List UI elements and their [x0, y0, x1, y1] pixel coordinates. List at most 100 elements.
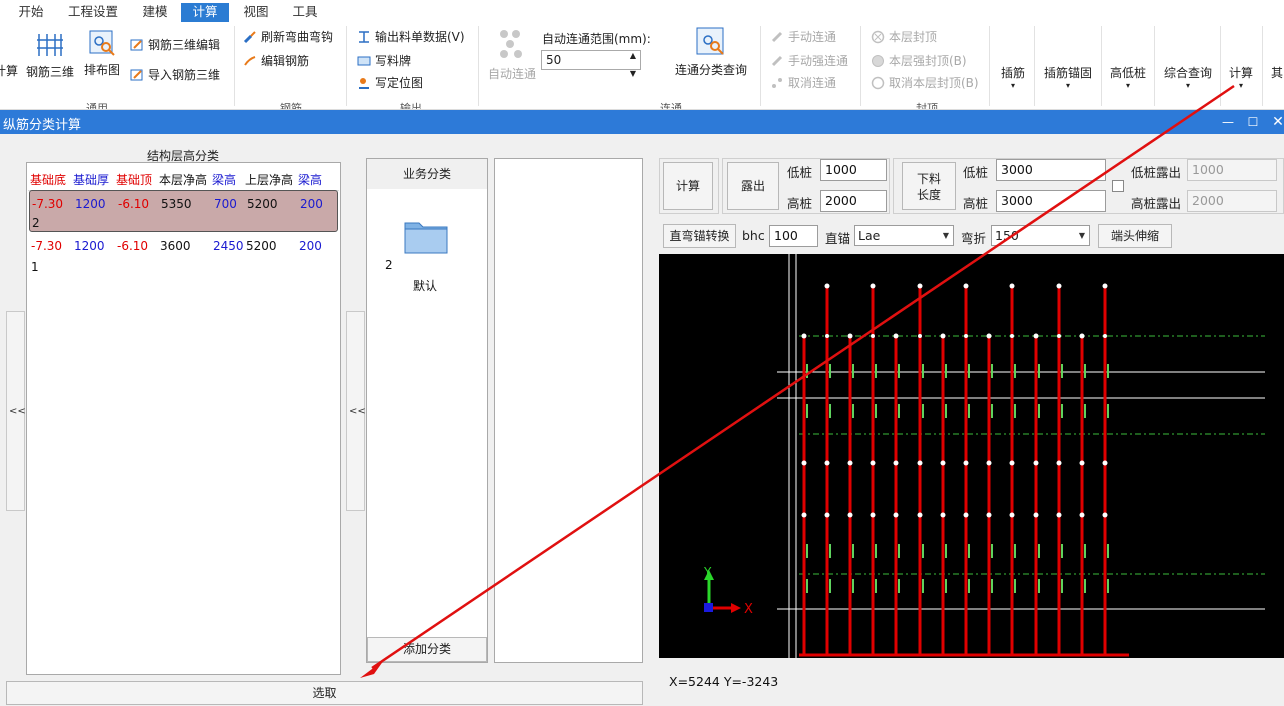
calc-run-button[interactable]: 计算 — [663, 162, 713, 210]
convert-anchor-button[interactable]: 直弯锚转换 — [663, 224, 736, 248]
cut-length-button[interactable]: 下料 长度 — [902, 162, 956, 210]
bend-select[interactable]: 150 ▼ — [991, 225, 1090, 246]
folder-icon[interactable] — [403, 217, 449, 258]
layer-seal-top-button[interactable]: 本层封顶 — [871, 28, 937, 45]
rebar-drawing-canvas[interactable]: XY — [659, 254, 1284, 658]
tab-view[interactable]: 视图 — [237, 3, 275, 22]
manual-connect-button[interactable]: 手动连通 — [770, 28, 836, 45]
end-stretch-button[interactable]: 端头伸缩 — [1098, 224, 1172, 248]
pen-icon — [243, 54, 257, 68]
combined-query-button[interactable]: 综合查询 ▾ — [1160, 64, 1216, 90]
tab-tools[interactable]: 工具 — [286, 3, 324, 22]
divider — [860, 26, 861, 106]
import-icon — [130, 68, 144, 82]
cut-low-input[interactable]: 3000 — [996, 159, 1106, 181]
group-label-seal: 封顶 — [916, 102, 938, 110]
add-category-button[interactable]: 添加分类 — [367, 637, 487, 662]
write-location-map-button[interactable]: 写定位图 — [357, 74, 423, 91]
close-icon[interactable]: ✕ — [1268, 112, 1284, 132]
straight-anchor-label: 直锚 — [825, 231, 851, 246]
manual-force-connect-button[interactable]: 手动强连通 — [770, 52, 848, 69]
exposed-checkbox[interactable] — [1112, 180, 1124, 192]
calc-partial-button[interactable]: 计算 — [0, 62, 18, 79]
collapse-left-button[interactable]: << — [6, 311, 26, 511]
low-pile-input[interactable]: 1000 — [820, 159, 887, 181]
tab-project-settings[interactable]: 工程设置 — [62, 3, 124, 22]
rebar-top-node — [1056, 283, 1062, 289]
rebar-node — [1009, 512, 1015, 518]
tab-start[interactable]: 开始 — [12, 3, 50, 22]
cut-high-input[interactable]: 3000 — [996, 190, 1106, 212]
rebar-node — [963, 460, 969, 466]
maximize-icon[interactable]: ☐ — [1243, 112, 1263, 132]
x-axis-label: X — [744, 602, 753, 617]
select-button[interactable]: 选取 — [6, 681, 643, 705]
link-icon — [770, 54, 784, 68]
anchor-mark — [1107, 544, 1109, 558]
collapse-middle-button[interactable]: << — [346, 311, 366, 511]
insert-anchor-button[interactable]: 插筋锚固 ▾ — [1040, 64, 1096, 90]
location-icon — [357, 76, 371, 90]
low-pile-label: 低桩 — [787, 165, 813, 180]
other-button[interactable]: 其 — [1270, 64, 1284, 81]
y-axis-label: Y — [703, 565, 712, 579]
cut-high-label: 高桩 — [963, 196, 989, 211]
header-beam-height: 梁高 — [212, 173, 237, 187]
bhc-input[interactable]: 100 — [769, 225, 818, 247]
tab-calculate[interactable]: 计算 — [181, 3, 229, 22]
anchor-mark — [898, 544, 900, 558]
rebar-node — [918, 334, 922, 338]
anchor-mark — [1084, 544, 1086, 558]
refresh-bend-hook-button[interactable]: 刷新弯曲弯钩 — [243, 28, 333, 45]
structural-layer-table[interactable]: 基础底 基础厚 基础顶 本层净高 梁高 上层净高 梁高 -7.30 1200 -… — [26, 162, 341, 675]
exposed-button[interactable]: 露出 — [727, 162, 779, 210]
insert-rebar-button[interactable]: 插筋 ▾ — [995, 64, 1031, 90]
cell-value: 1200 — [75, 197, 106, 211]
anchor-mark — [1107, 364, 1109, 378]
category-item-label[interactable]: 默认 — [413, 277, 437, 294]
category-detail-list[interactable] — [494, 158, 643, 663]
header-floor-clear-height: 本层净高 — [159, 173, 208, 187]
auto-connect-button[interactable]: 自动连通 — [486, 26, 538, 82]
spinner-icon[interactable]: ▲ ▼ — [630, 47, 636, 83]
rebar-node — [870, 460, 876, 466]
unlink-icon — [770, 76, 784, 90]
connect-category-query-button[interactable]: 连通分类查询 — [672, 26, 750, 78]
rebar-top-node — [847, 333, 853, 339]
low-exposed-input[interactable]: 1000 — [1187, 159, 1277, 181]
minimize-icon[interactable]: — — [1218, 112, 1238, 132]
rebar3d-edit-button[interactable]: 钢筋三维编辑 — [130, 36, 220, 53]
rebar-top-node — [801, 333, 807, 339]
table-row[interactable]: -7.30 1200 -6.10 5350 700 5200 200 2 — [29, 190, 338, 232]
rebar3d-button[interactable]: 钢筋三维 — [26, 30, 74, 80]
header-foundation-bottom: 基础底 — [30, 173, 67, 187]
tab-modeling[interactable]: 建模 — [136, 3, 174, 22]
rebar-node — [1079, 460, 1085, 466]
anchor-mark — [829, 404, 831, 418]
brush-icon — [243, 30, 257, 44]
anchor-mark — [1014, 364, 1016, 378]
rebar-top-node — [1009, 283, 1015, 289]
calculate-button[interactable]: 计算 ▾ — [1226, 64, 1256, 90]
export-bom-button[interactable]: 输出料单数据(V) — [357, 28, 465, 45]
high-pile-input[interactable]: 2000 — [820, 190, 887, 212]
anchor-mark — [968, 544, 970, 558]
cancel-layer-seal-top-button[interactable]: 取消本层封顶(B) — [871, 74, 979, 91]
rebar-node — [847, 512, 853, 518]
import-rebar3d-button[interactable]: 导入钢筋三维 — [130, 66, 220, 83]
anchor-mark — [1084, 404, 1086, 418]
high-low-pile-button[interactable]: 高低桩 ▾ — [1106, 64, 1150, 90]
rebar-node — [1056, 460, 1062, 466]
write-tag-button[interactable]: 写料牌 — [357, 52, 411, 69]
rebar-node — [893, 512, 899, 518]
layout-map-button[interactable]: 排布图 — [82, 28, 122, 78]
edit-rebar-button[interactable]: 编辑钢筋 — [243, 52, 309, 69]
straight-anchor-select[interactable]: Lae ▼ — [854, 225, 954, 246]
auto-connect-range-input[interactable]: 50 ▲ ▼ — [541, 50, 641, 78]
table-row[interactable]: -7.30 1200 -6.10 3600 2450 5200 200 1 — [29, 237, 338, 279]
layer-force-seal-top-button[interactable]: 本层强封顶(B) — [871, 52, 967, 69]
cancel-connect-button[interactable]: 取消连通 — [770, 74, 836, 91]
dialog-body: << 结构层高分类 基础底 基础厚 基础顶 本层净高 梁高 上层净高 梁高 -7… — [0, 134, 1284, 706]
anchor-mark — [922, 404, 924, 418]
high-exposed-input[interactable]: 2000 — [1187, 190, 1277, 212]
